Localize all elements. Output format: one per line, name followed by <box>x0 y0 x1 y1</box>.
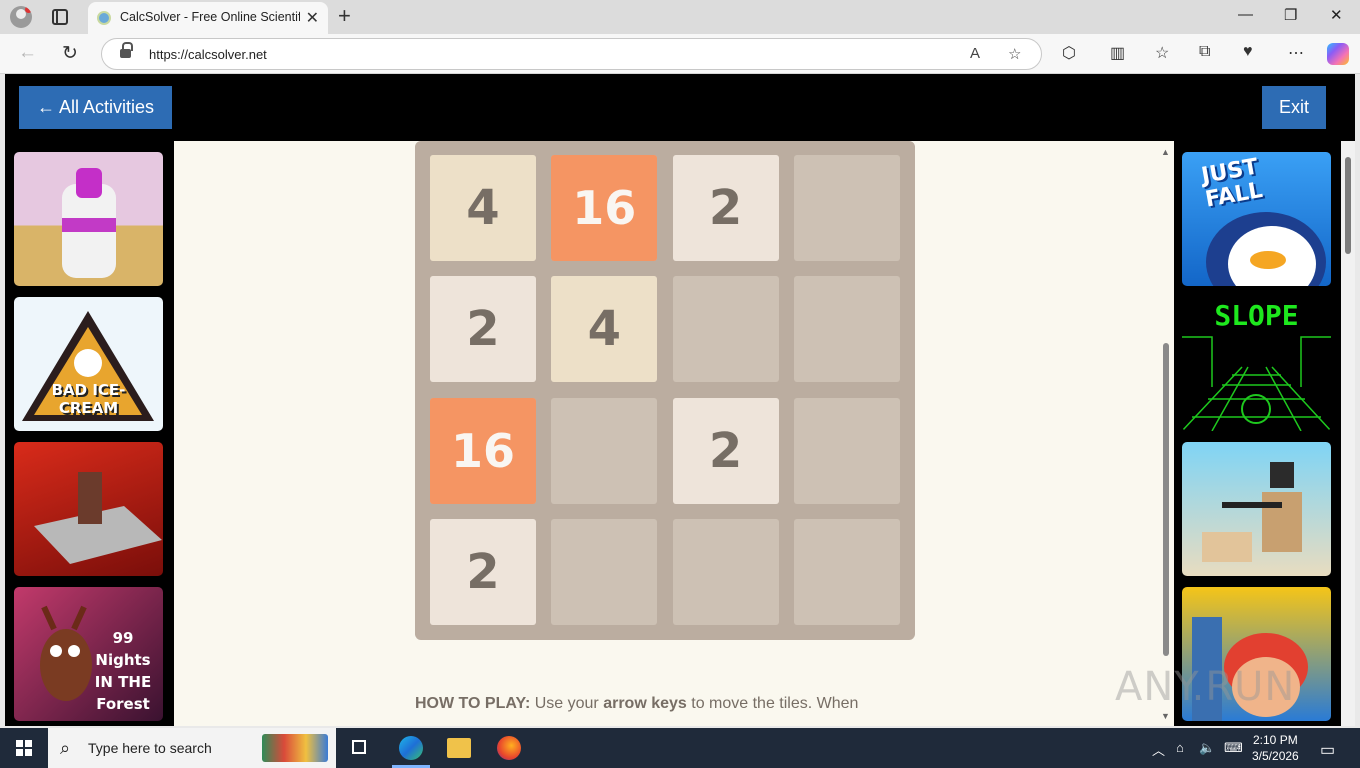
taskbar-clock[interactable]: 2:10 PM 3/5/2026 <box>1252 732 1299 764</box>
lock-icon[interactable] <box>120 42 133 59</box>
game-area-scrollbar[interactable]: ▲ ▼ <box>1158 141 1174 726</box>
favorite-star-icon[interactable]: ☆ <box>1008 45 1021 63</box>
browser-essentials-icon[interactable]: ♥ <box>1243 43 1253 61</box>
refresh-icon[interactable]: ↻ <box>62 42 78 65</box>
restore-button[interactable]: ❐ <box>1284 6 1297 24</box>
edge-taskbar-icon[interactable] <box>399 736 423 760</box>
game-board-2048[interactable]: 4 16 2 2 4 16 2 2 <box>415 141 915 640</box>
extensions-icon[interactable]: ⬡ <box>1062 43 1076 63</box>
bad-ice-cream-label: BAD ICE-CREAM <box>51 381 126 417</box>
how-to-play-text-1: Use your <box>530 695 604 712</box>
taskbar-search-box[interactable]: ⌕ Type here to search <box>48 728 336 768</box>
game-thumb-block[interactable] <box>14 442 163 576</box>
browser-toolbar: ← ↻ https://calcsolver.net A ☆ ⬡ ▥ ☆ ⧉ ♥… <box>0 34 1360 74</box>
search-icon: ⌕ <box>60 738 71 758</box>
slope-label: SLOPE <box>1214 299 1299 332</box>
copilot-icon[interactable] <box>1327 43 1349 65</box>
left-games-sidebar: BAD ICE-CREAM 99 Nights IN THE Forest <box>5 141 173 726</box>
game-thumb-bad-ice-cream[interactable]: BAD ICE-CREAM <box>14 297 163 431</box>
task-view-icon[interactable] <box>350 736 374 760</box>
search-placeholder[interactable]: Type here to search <box>88 740 212 756</box>
game-thumb-just-fall[interactable]: JUST FALL <box>1182 152 1331 286</box>
how-to-play-text-2: to move the tiles. When <box>686 695 859 712</box>
close-window-button[interactable]: ✕ <box>1330 6 1343 24</box>
game-thumb-bottle[interactable] <box>14 152 163 286</box>
how-to-play-text: HOW TO PLAY: Use your arrow keys to move… <box>415 695 858 713</box>
favorites-icon[interactable]: ☆ <box>1155 43 1169 63</box>
keyboard-icon[interactable]: ⌨ <box>1224 740 1243 756</box>
tile-4: 4 <box>430 155 536 261</box>
tray-chevron-icon[interactable]: ︿ <box>1152 740 1165 759</box>
how-to-play-keys: arrow keys <box>603 695 687 712</box>
tile-16: 16 <box>430 397 536 504</box>
page-scrollbar-thumb[interactable] <box>1345 157 1351 254</box>
board-cell <box>672 518 779 625</box>
tile-2: 2 <box>672 155 779 261</box>
page-viewport: ← All Activities Exit BAD ICE-CREAM 99 N… <box>5 74 1355 726</box>
clock-time: 2:10 PM <box>1253 733 1298 747</box>
game-thumb-shooter[interactable] <box>1182 442 1331 576</box>
browser-tab-bar: CalcSolver - Free Online Scientific ✕ + … <box>0 0 1360 34</box>
activity-header: ← All Activities Exit <box>5 74 1355 141</box>
network-icon[interactable]: ⌂ <box>1176 740 1184 755</box>
board-cell <box>793 276 900 383</box>
collections-icon[interactable]: ⧉ <box>1199 43 1210 61</box>
scroll-down-icon[interactable]: ▼ <box>1161 711 1170 721</box>
firefox-icon[interactable] <box>497 736 521 760</box>
tile-4: 4 <box>551 276 658 383</box>
scroll-up-icon[interactable]: ▲ <box>1161 147 1170 157</box>
game-thumb-99-nights[interactable]: 99 Nights IN THE Forest <box>14 587 163 721</box>
read-aloud-icon[interactable]: A <box>970 45 980 62</box>
all-activities-button[interactable]: ← All Activities <box>19 86 172 129</box>
search-highlight-icon[interactable] <box>262 734 328 762</box>
right-games-sidebar: JUST FALL SLOPE <box>1175 141 1355 726</box>
board-cell <box>793 155 900 261</box>
site-favicon-icon <box>97 11 111 25</box>
back-arrow-icon[interactable]: ← <box>18 42 37 64</box>
game-area: 4 16 2 2 4 16 2 2 HOW TO PLAY: Use your arrow k… <box>174 141 1171 726</box>
tile-16: 16 <box>551 155 658 261</box>
address-bar[interactable]: https://calcsolver.net A ☆ <box>101 38 1042 70</box>
profile-icon[interactable] <box>10 6 32 28</box>
tile-2: 2 <box>672 397 779 504</box>
board-cell <box>551 397 658 504</box>
browser-tab-active[interactable]: CalcSolver - Free Online Scientific ✕ <box>88 2 328 34</box>
tile-2: 2 <box>430 518 536 625</box>
page-scrollbar[interactable] <box>1341 141 1355 726</box>
clock-date: 3/5/2026 <box>1252 749 1299 763</box>
close-tab-icon[interactable]: ✕ <box>306 8 319 28</box>
notifications-icon[interactable]: ▭ <box>1320 740 1335 760</box>
game-thumb-slope[interactable]: SLOPE <box>1182 297 1331 431</box>
tab-title: CalcSolver - Free Online Scientific <box>120 10 300 24</box>
minimize-button[interactable]: — <box>1238 6 1253 23</box>
windows-start-icon[interactable] <box>16 740 32 756</box>
windows-taskbar: ⌕ Type here to search ︿ ⌂ 🔈 ⌨ 2:10 PM 3/… <box>0 728 1360 768</box>
99-nights-label: 99 Nights IN THE Forest <box>94 629 152 713</box>
tile-2: 2 <box>430 276 536 383</box>
anyrun-watermark: ANY.RUN <box>1115 664 1296 710</box>
more-menu-icon[interactable]: ⋯ <box>1288 43 1304 63</box>
scrollbar-thumb[interactable] <box>1163 343 1169 656</box>
board-cell <box>672 276 779 383</box>
board-cell <box>551 518 658 625</box>
how-to-play-heading: HOW TO PLAY: <box>415 695 531 712</box>
volume-icon[interactable]: 🔈 <box>1199 740 1215 756</box>
new-tab-button[interactable]: + <box>338 3 351 29</box>
exit-button[interactable]: Exit <box>1262 86 1326 129</box>
board-cell <box>793 518 900 625</box>
tab-actions-icon[interactable] <box>52 9 68 25</box>
url-text[interactable]: https://calcsolver.net <box>149 47 267 62</box>
board-cell <box>793 397 900 504</box>
file-explorer-icon[interactable] <box>447 738 471 758</box>
split-screen-icon[interactable]: ▥ <box>1110 43 1125 63</box>
